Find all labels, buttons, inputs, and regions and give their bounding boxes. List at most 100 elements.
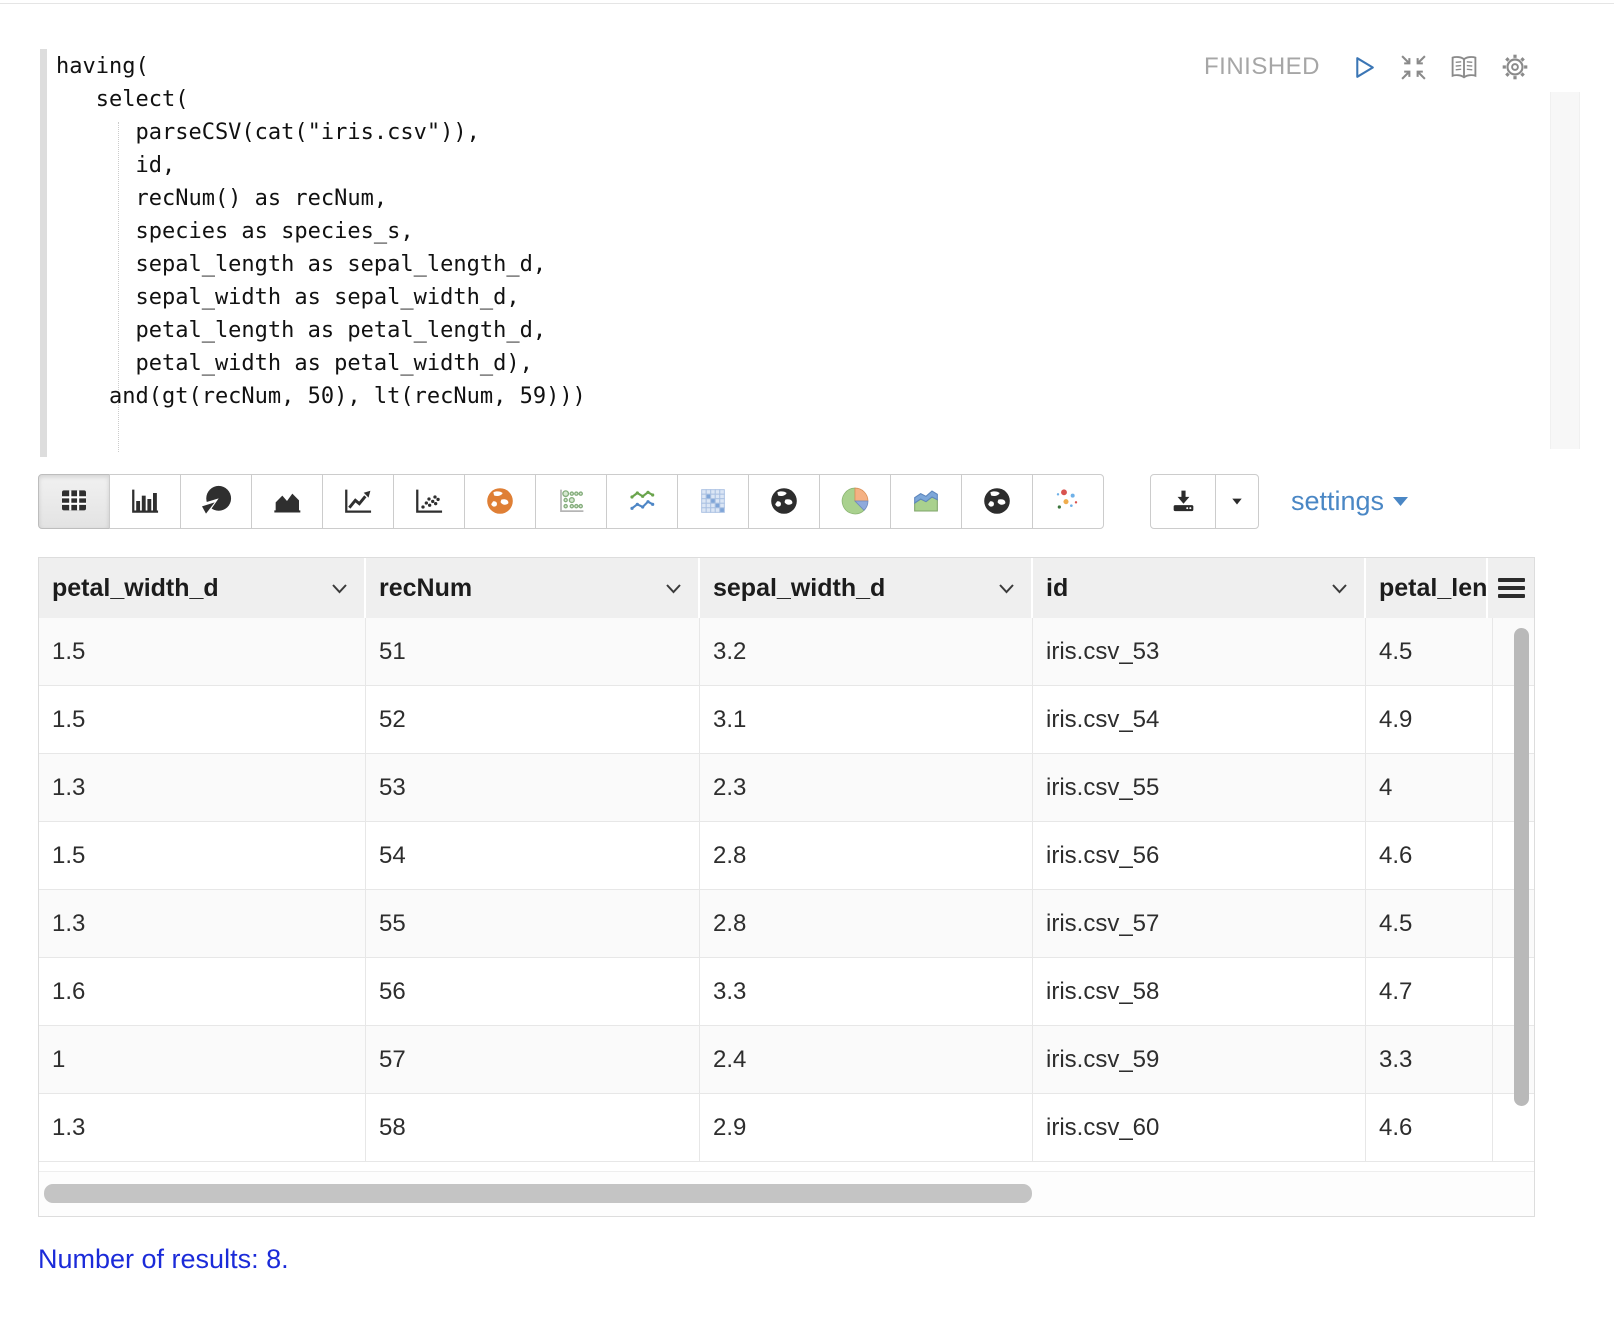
book-icon[interactable] (1449, 53, 1479, 82)
table-cell: 1.5 (39, 686, 366, 753)
table-body: 1.5 51 3.2 iris.csv_53 4.5 1.5 52 3.1 iris.csv_5… (39, 618, 1534, 1162)
column-header-recnum[interactable]: recNum (366, 558, 700, 618)
code-editor[interactable]: having( select( parseCSV(cat("iris.csv")… (56, 50, 586, 413)
code-editor-section: having( select( parseCSV(cat("iris.csv")… (0, 4, 1614, 459)
table-cell: 1 (39, 1026, 366, 1093)
scatter-chart-icon (416, 489, 443, 513)
play-icon[interactable] (1349, 53, 1378, 82)
multi-series-line-icon (630, 490, 655, 510)
chart-type-globe2-button[interactable] (961, 473, 1033, 529)
caret-down-icon (1232, 498, 1242, 505)
globe-dark-2-icon (984, 488, 1010, 514)
table-row: 1.3 55 2.8 iris.csv_57 4.5 (39, 890, 1534, 958)
horizontal-scrollbar-thumb[interactable] (44, 1184, 1032, 1203)
column-header-petal-length[interactable]: petal_length_d (1366, 558, 1488, 618)
table-row: 1.5 52 3.1 iris.csv_54 4.9 (39, 686, 1534, 754)
horizontal-scrollbar[interactable] (39, 1172, 1534, 1216)
table-cell: 2.8 (700, 890, 1033, 957)
table-cell: 4 (1366, 754, 1493, 821)
table-cell: 2.9 (700, 1094, 1033, 1161)
table-row: 1.5 51 3.2 iris.csv_53 4.5 (39, 618, 1534, 686)
globe-dark-icon (771, 488, 797, 514)
globe-orange-icon (487, 488, 513, 514)
area-chart-icon (274, 493, 301, 513)
table-cell: 54 (366, 822, 700, 889)
column-header-label: petal_width_d (52, 573, 219, 602)
editor-gutter-bar (40, 49, 47, 457)
bar-chart-icon (132, 489, 159, 513)
table-cell: iris.csv_60 (1033, 1094, 1366, 1161)
results-table: petal_width_d recNum sepal_width_d id pe… (38, 557, 1535, 1217)
results-count-text: Number of results: 8. (38, 1244, 289, 1274)
column-header-petal-width[interactable]: petal_width_d (39, 558, 366, 618)
table-cell: 4.9 (1366, 686, 1493, 753)
chart-type-scatter-button[interactable] (393, 473, 465, 529)
chart-type-area-button[interactable] (251, 473, 323, 529)
table-cell: 4.6 (1366, 1094, 1493, 1161)
chart-type-map-button[interactable] (464, 473, 536, 529)
download-options-button[interactable] (1215, 473, 1259, 529)
chart-type-table-button[interactable] (38, 473, 110, 529)
caret-down-icon (1393, 496, 1409, 506)
table-row: 1.6 56 3.3 iris.csv_58 4.7 (39, 958, 1534, 1026)
table-cell: 53 (366, 754, 700, 821)
chevron-down-icon (1332, 584, 1347, 594)
pie-chart-icon (202, 485, 232, 514)
chart-type-bar-button[interactable] (109, 473, 181, 529)
chart-type-scatter2-button[interactable] (1032, 473, 1104, 529)
settings-label: settings (1291, 485, 1385, 516)
vertical-scrollbar-thumb[interactable] (1514, 628, 1529, 1106)
table-row: 1 57 2.4 iris.csv_59 3.3 (39, 1026, 1534, 1094)
heatmap-icon (701, 489, 725, 513)
chart-type-stacked-area-button[interactable] (890, 473, 962, 529)
stacked-area-icon (914, 490, 938, 512)
table-cell: 1.5 (39, 618, 366, 685)
pie-colored-icon (841, 487, 869, 515)
chart-type-bubble-grid-button[interactable] (535, 473, 607, 529)
table-cell: 3.2 (700, 618, 1033, 685)
settings-toggle[interactable]: settings (1291, 485, 1409, 517)
table-cell: 51 (366, 618, 700, 685)
chart-type-pie-button[interactable] (180, 473, 252, 529)
table-chart-icon (62, 490, 86, 511)
column-header-id[interactable]: id (1033, 558, 1366, 618)
chart-type-heatmap-button[interactable] (677, 473, 749, 529)
table-cell: 2.8 (700, 822, 1033, 889)
column-header-label: petal_length_d (1379, 573, 1488, 602)
table-cell: 56 (366, 958, 700, 1025)
table-menu-button[interactable] (1488, 558, 1534, 618)
table-cell: 3.1 (700, 686, 1033, 753)
chevron-down-icon (332, 584, 347, 594)
table-cell: 4.7 (1366, 958, 1493, 1025)
table-cell: iris.csv_55 (1033, 754, 1366, 821)
table-cell: 3.3 (700, 958, 1033, 1025)
hamburger-icon (1497, 578, 1525, 582)
chart-type-pie2-button[interactable] (819, 473, 891, 529)
display-toolbar: settings (38, 473, 1614, 529)
editor-scrollbar-track[interactable] (1550, 92, 1580, 449)
download-button[interactable] (1150, 473, 1216, 529)
chart-type-globe-button[interactable] (748, 473, 820, 529)
paragraph-controls: FINISHED (1204, 52, 1530, 82)
gear-icon[interactable] (1500, 52, 1530, 82)
scatter-colored-icon (1056, 489, 1078, 509)
table-cell: iris.csv_59 (1033, 1026, 1366, 1093)
table-cell: 2.4 (700, 1026, 1033, 1093)
download-icon (1173, 490, 1193, 511)
table-row: 1.3 58 2.9 iris.csv_60 4.6 (39, 1094, 1534, 1162)
chevron-down-icon (666, 584, 681, 594)
chart-type-group (38, 473, 1104, 529)
chart-type-multiline-button[interactable] (606, 473, 678, 529)
table-cell: 1.3 (39, 1094, 366, 1161)
compress-icon[interactable] (1399, 53, 1428, 82)
table-row: 1.3 53 2.3 iris.csv_55 4 (39, 754, 1534, 822)
table-cell: 2.3 (700, 754, 1033, 821)
table-cell: 1.6 (39, 958, 366, 1025)
chart-type-line-button[interactable] (322, 473, 394, 529)
table-cell: 1.3 (39, 754, 366, 821)
table-cell: 3.3 (1366, 1026, 1493, 1093)
table-cell: 57 (366, 1026, 700, 1093)
column-header-sepal-width[interactable]: sepal_width_d (700, 558, 1033, 618)
table-header-row: petal_width_d recNum sepal_width_d id pe… (39, 558, 1534, 618)
table-cell: 4.5 (1366, 618, 1493, 685)
